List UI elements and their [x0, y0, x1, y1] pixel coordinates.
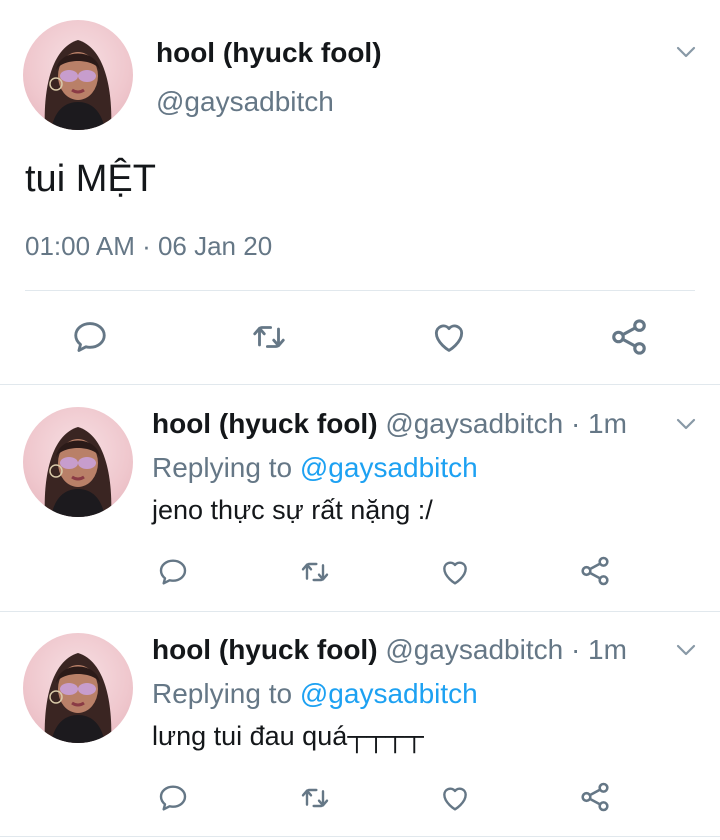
retweet-icon[interactable] — [297, 782, 333, 814]
replying-to: Replying to @gaysadbitch — [152, 452, 478, 484]
avatar[interactable] — [23, 407, 133, 517]
avatar-figure-icon — [44, 653, 112, 743]
heart-icon[interactable] — [437, 556, 473, 588]
divider — [25, 290, 695, 291]
share-icon[interactable] — [578, 780, 612, 814]
section-divider — [0, 836, 720, 837]
chevron-down-icon[interactable] — [676, 418, 696, 430]
share-icon[interactable] — [608, 316, 650, 358]
handle[interactable]: @gaysadbitch — [156, 86, 334, 118]
heart-icon[interactable] — [437, 782, 473, 814]
replying-to-link[interactable]: @gaysadbitch — [300, 678, 478, 709]
reply-text: lưng tui đau quá┬┬┬┬ — [152, 721, 424, 751]
avatar-figure-icon — [44, 40, 112, 130]
section-divider — [0, 384, 720, 385]
handle-time[interactable]: @gaysadbitch · 1m — [385, 634, 627, 665]
reply-icon[interactable] — [156, 556, 190, 588]
avatar[interactable] — [23, 20, 133, 130]
reply-icon[interactable] — [156, 782, 190, 814]
replying-to: Replying to @gaysadbitch — [152, 678, 478, 710]
chevron-down-icon[interactable] — [676, 46, 696, 58]
display-name[interactable]: hool (hyuck fool) — [152, 408, 378, 439]
handle-time[interactable]: @gaysadbitch · 1m — [385, 408, 627, 439]
avatar-figure-icon — [44, 427, 112, 517]
replying-to-link[interactable]: @gaysadbitch — [300, 452, 478, 483]
tweet-text: tui MỆT — [25, 158, 156, 200]
retweet-icon[interactable] — [248, 318, 290, 356]
display-name[interactable]: hool (hyuck fool) — [152, 634, 378, 665]
section-divider — [0, 611, 720, 612]
reply-icon[interactable] — [70, 318, 110, 356]
heart-icon[interactable] — [428, 318, 470, 356]
share-icon[interactable] — [578, 554, 612, 588]
timestamp[interactable]: 01:00 AM · 06 Jan 20 — [25, 231, 272, 262]
replying-prefix: Replying to — [152, 678, 293, 709]
retweet-icon[interactable] — [297, 556, 333, 588]
replying-prefix: Replying to — [152, 452, 293, 483]
reply-text: jeno thực sự rất nặng :/ — [152, 495, 433, 525]
reply-header: hool (hyuck fool) @gaysadbitch · 1m — [152, 634, 627, 666]
avatar[interactable] — [23, 633, 133, 743]
display-name[interactable]: hool (hyuck fool) — [156, 37, 382, 69]
chevron-down-icon[interactable] — [676, 644, 696, 656]
reply-header: hool (hyuck fool) @gaysadbitch · 1m — [152, 408, 627, 440]
